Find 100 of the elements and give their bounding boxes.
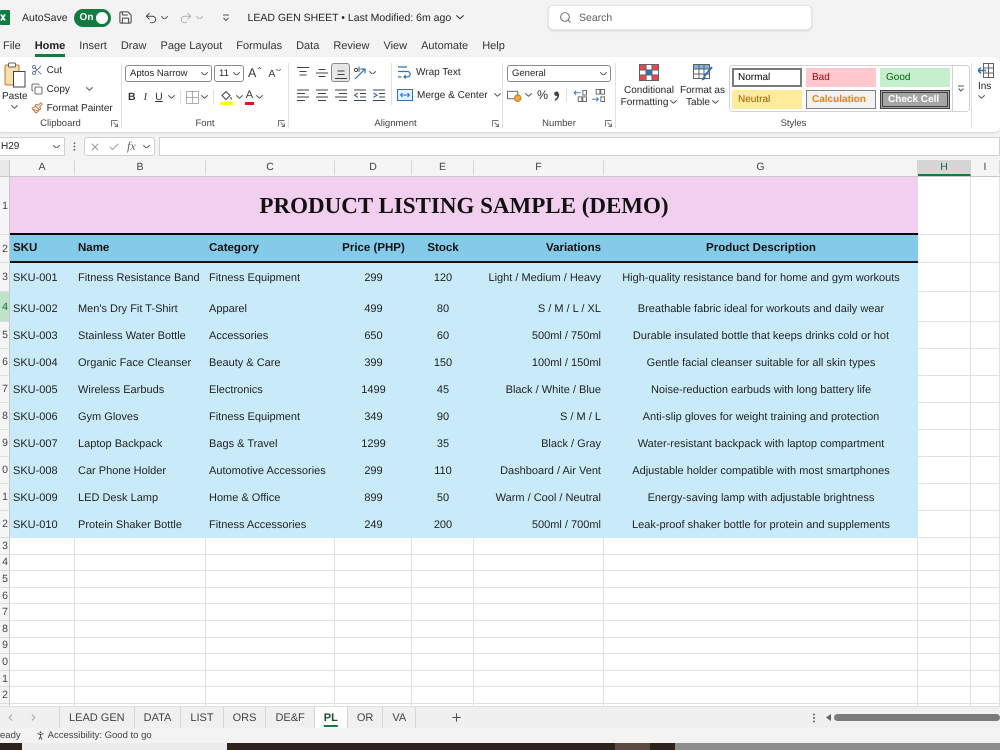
empty-cell[interactable] [412,538,474,555]
empty-cell[interactable] [918,538,971,555]
empty-cell[interactable] [75,604,206,621]
caret-icon[interactable] [456,15,464,20]
caret-icon[interactable] [236,95,243,99]
conditional-formatting-button[interactable]: Conditional Formatting [619,63,679,109]
empty-cell[interactable] [971,538,1000,555]
empty-cell[interactable] [971,687,1000,704]
menu-tab[interactable]: Automate [421,35,468,57]
empty-cell[interactable] [604,654,918,671]
empty-cell[interactable] [335,687,412,704]
format-as-table-button[interactable]: Format as Table [679,63,726,109]
empty-cell[interactable] [412,670,474,688]
empty-cell[interactable] [75,571,206,588]
empty-cell[interactable] [75,554,206,572]
cut-button[interactable]: Cut [28,61,115,79]
empty-cell[interactable] [971,571,1000,588]
empty-cell[interactable] [971,511,1000,538]
empty-cell[interactable] [474,670,604,688]
empty-cell[interactable] [971,457,1000,484]
empty-cell[interactable] [412,638,474,654]
empty-cell[interactable] [474,654,604,671]
caret-icon[interactable] [160,16,168,20]
caret-icon[interactable] [525,93,532,97]
customize-toolbar-icon[interactable] [222,14,230,22]
insert-button[interactable]: Ins [972,61,1000,99]
menu-tab[interactable]: Draw [120,35,146,57]
empty-cell[interactable] [918,604,971,621]
menu-tab[interactable]: Page Layout [160,35,222,57]
cell-style-option[interactable]: Bad [806,68,876,87]
text-orientation-icon[interactable] [352,66,366,80]
bold-button[interactable]: B [125,88,139,106]
empty-cell[interactable] [206,554,335,572]
sheet-tab[interactable]: PL [314,707,347,728]
empty-cell[interactable] [335,604,412,621]
empty-cell[interactable] [918,571,971,588]
empty-cell[interactable] [75,638,206,654]
empty-cell[interactable] [474,604,604,621]
empty-cell[interactable] [206,620,335,638]
sheet-tab[interactable]: LIST [180,707,223,728]
empty-cell[interactable] [412,687,474,704]
dialog-launcher-icon[interactable] [111,120,118,126]
empty-cell[interactable] [75,538,206,555]
dialog-launcher-icon[interactable] [605,120,612,126]
empty-cell[interactable] [918,588,971,604]
empty-cell[interactable] [604,687,918,704]
empty-cell[interactable] [971,430,1000,457]
cancel-icon[interactable] [89,140,101,152]
empty-cell[interactable] [474,554,604,572]
currency-icon[interactable] [507,88,522,102]
undo-icon[interactable] [144,10,158,24]
increase-decimal-icon[interactable] [573,88,588,102]
underline-button[interactable]: U [152,88,166,106]
accessibility-status[interactable]: Accessibility: Good to go [48,730,152,741]
empty-cell[interactable] [918,687,971,704]
empty-cell[interactable] [604,588,918,604]
add-sheet-icon[interactable] [450,711,464,724]
save-icon[interactable] [118,10,133,25]
cell-style-option[interactable]: Good [880,68,950,87]
align-right-icon[interactable] [334,88,348,102]
menu-tab[interactable]: Formulas [236,35,282,57]
caret-icon[interactable] [369,70,376,74]
insert-function-button[interactable]: fx [127,139,136,154]
empty-cell[interactable] [971,638,1000,654]
row-header[interactable]: 3 [0,538,10,555]
empty-cell[interactable] [971,554,1000,572]
caret-icon[interactable] [670,100,678,104]
row-header[interactable]: 3 [0,263,10,292]
font-name-dropdown[interactable]: Aptos Narrow [125,65,212,82]
sheet-tab[interactable]: VA [382,707,416,728]
empty-cell[interactable] [206,571,335,588]
empty-cell[interactable] [206,538,335,555]
row-header[interactable]: 4 [0,292,10,322]
row-header[interactable]: 6 [0,349,10,376]
decrease-indent-icon[interactable] [352,88,366,102]
decrease-decimal-icon[interactable] [591,88,606,102]
empty-cell[interactable] [918,620,971,638]
decrease-font-size-button[interactable]: A [266,66,284,82]
align-center-icon[interactable] [314,88,328,102]
row-header[interactable]: 2 [0,687,10,704]
empty-cell[interactable] [206,588,335,604]
number-format-dropdown[interactable]: General [507,65,611,82]
caret-icon[interactable] [233,72,240,76]
empty-cell[interactable] [918,670,971,688]
empty-cell[interactable] [971,403,1000,430]
search-field[interactable]: Search [548,5,812,30]
empty-cell[interactable] [971,620,1000,638]
row-header[interactable]: 2 [0,235,10,263]
caret-icon[interactable] [600,72,607,76]
cell-style-option[interactable]: Neutral [732,90,802,109]
menu-tab[interactable]: Help [482,35,505,57]
empty-cell[interactable] [971,670,1000,688]
row-header[interactable]: 6 [0,588,10,604]
sheet-tab[interactable]: LEAD GEN [59,707,134,728]
empty-cell[interactable] [75,588,206,604]
row-header[interactable]: 9 [0,430,10,457]
menu-tab[interactable]: Review [333,35,370,57]
row-header[interactable]: 1 [0,670,10,688]
empty-cell[interactable] [206,654,335,671]
row-header[interactable]: 1 [0,177,10,235]
